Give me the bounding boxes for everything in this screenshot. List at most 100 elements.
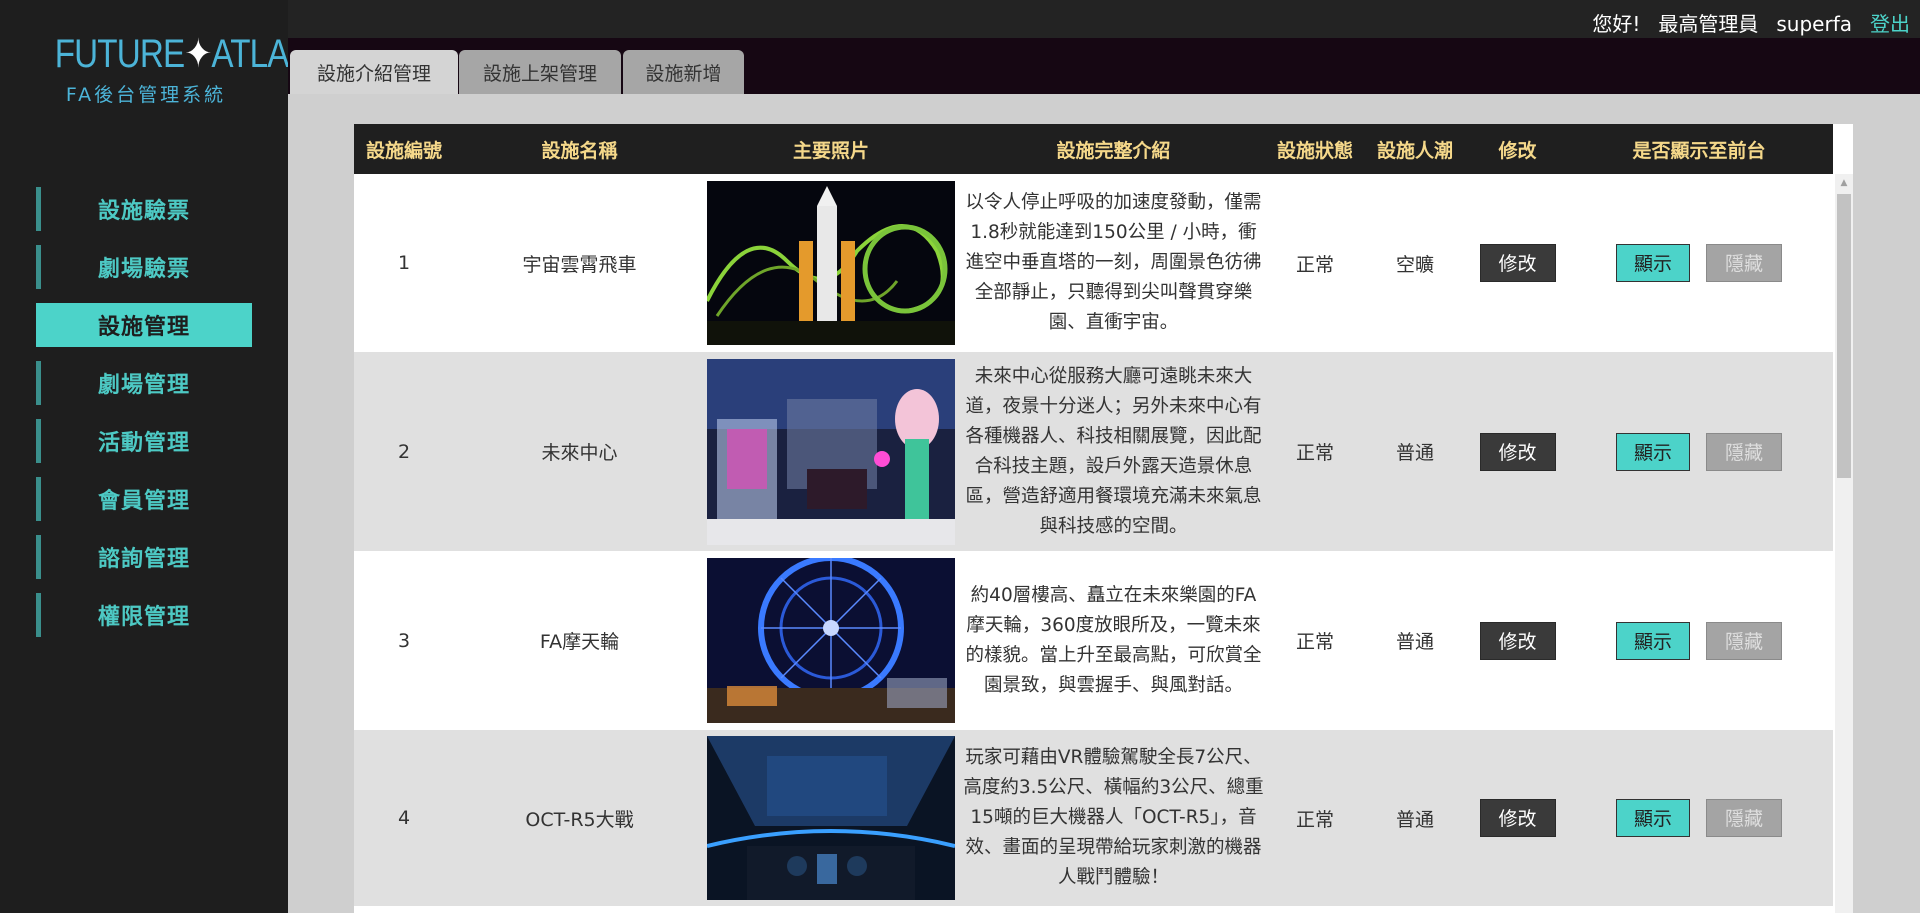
hide-button[interactable]: 隱藏: [1706, 621, 1782, 660]
roller-coaster-photo: [707, 181, 955, 345]
show-button[interactable]: 顯示: [1616, 432, 1690, 471]
facility-description: 玩家可藉由VR體驗駕駛全長7公尺、高度約3.5公尺、橫幅約3公尺、總重15噸的巨…: [963, 747, 1264, 888]
table-panel: 設施編號 設施名稱 主要照片 設施完整介紹 設施狀態 設施人潮 修改 是否顯示至…: [354, 124, 1853, 913]
edit-button[interactable]: 修改: [1479, 432, 1556, 471]
table-row: 1 宇宙雲霄飛車 以令人停止呼吸的加速度發動，僅需1.8秒就能達到150公里 /…: [354, 174, 1833, 352]
edit-cell: 修改: [1470, 551, 1565, 730]
facility-photo-cell: [705, 174, 957, 352]
edit-cell: 修改: [1470, 730, 1565, 906]
header-facility-status: 設施狀態: [1270, 124, 1360, 174]
table-row: 4 OCT-R5大戰 玩家可藉由VR體驗駕駛全長7公尺、高度約3.5公尺、橫幅約…: [354, 730, 1833, 906]
sidebar-item-member-management[interactable]: 會員管理: [36, 477, 252, 521]
tab-facility-add[interactable]: 設施新增: [623, 50, 744, 94]
sidebar-item-inquiry-management[interactable]: 諮詢管理: [36, 535, 252, 579]
sidebar-item-theater-ticket[interactable]: 劇場驗票: [36, 245, 252, 289]
tab-strip: 設施介紹管理 設施上架管理 設施新增: [288, 38, 1920, 94]
logo: FUTURE✦ATLAS FA後台管理系統: [36, 30, 311, 107]
header-edit: 修改: [1470, 124, 1565, 174]
table-scrollbar[interactable]: ▲: [1835, 174, 1853, 913]
display-toggle-cell: 顯示 隱藏: [1565, 174, 1833, 352]
header-display-frontend: 是否顯示至前台: [1565, 124, 1833, 174]
edit-button[interactable]: 修改: [1479, 244, 1556, 282]
tab-facility-listing[interactable]: 設施上架管理: [459, 50, 621, 94]
top-bar: 您好! 最高管理員 superfa 登出: [288, 0, 1920, 38]
facility-description: 以令人停止呼吸的加速度發動，僅需1.8秒就能達到150公里 / 小時，衝進空中垂…: [965, 192, 1262, 333]
ferris-wheel-photo: [707, 558, 955, 723]
facility-status: 正常: [1295, 442, 1334, 464]
show-button[interactable]: 顯示: [1616, 799, 1690, 837]
sidebar-item-label: 設施管理: [98, 315, 191, 340]
sidebar-item-label: 劇場驗票: [98, 257, 191, 282]
display-toggle-cell: 顯示 隱藏: [1565, 730, 1833, 906]
logo-subtitle: FA後台管理系統: [65, 84, 227, 106]
hide-button[interactable]: 隱藏: [1706, 432, 1782, 471]
sidebar-item-label: 諮詢管理: [98, 547, 191, 572]
user-role: 最高管理員: [1658, 12, 1759, 36]
edit-cell: 修改: [1470, 174, 1565, 352]
facility-name: 未來中心: [541, 442, 618, 464]
facility-table: 設施編號 設施名稱 主要照片 設施完整介紹 設施狀態 設施人潮 修改 是否顯示至…: [354, 124, 1833, 906]
show-button[interactable]: 顯示: [1616, 244, 1690, 282]
facility-status: 正常: [1295, 631, 1334, 653]
facility-name: OCT-R5大戰: [525, 808, 634, 831]
header-crowd: 設施人潮: [1360, 124, 1470, 174]
facility-description: 約40層樓高、矗立在未來樂園的FA摩天輪，360度放眼所及，一覽未來的樣貌。當上…: [965, 584, 1262, 696]
facility-photo-cell: [705, 352, 957, 551]
facility-photo-cell: [705, 730, 957, 906]
sidebar-item-theater-management[interactable]: 劇場管理: [36, 361, 252, 405]
sidebar-item-label: 權限管理: [98, 605, 191, 630]
table-row: 2 未來中心 未來中心從服務大廳可遠眺未來大道，夜景十分迷人；另外未來中心有各種…: [354, 352, 1833, 551]
facility-crowd: 普通: [1395, 442, 1434, 464]
facility-name: 宇宙雲霄飛車: [522, 253, 637, 276]
user-info: 您好! 最高管理員 superfa 登出: [1574, 8, 1910, 37]
table-row: 3 FA摩天輪 約40層樓高、矗立在未來樂園的FA摩天輪，360度放眼所及，一覽…: [354, 551, 1833, 730]
sidebar-item-facility-management[interactable]: 設施管理: [36, 303, 252, 347]
edit-cell: 修改: [1470, 352, 1565, 551]
logo-title: FUTURE✦ATLAS: [54, 30, 311, 78]
facility-id: 3: [397, 629, 411, 652]
sidebar-item-label: 設施驗票: [98, 199, 191, 224]
show-button[interactable]: 顯示: [1616, 621, 1690, 660]
edit-button[interactable]: 修改: [1479, 799, 1556, 837]
username: superfa: [1776, 12, 1852, 36]
tab-facility-intro[interactable]: 設施介紹管理: [290, 50, 458, 94]
facility-name: FA摩天輪: [539, 631, 620, 653]
edit-button[interactable]: 修改: [1479, 621, 1556, 660]
facility-id: 4: [397, 807, 411, 829]
main-content: 設施編號 設施名稱 主要照片 設施完整介紹 設施狀態 設施人潮 修改 是否顯示至…: [288, 94, 1920, 913]
facility-crowd: 普通: [1395, 631, 1434, 653]
scrollbar-thumb[interactable]: [1837, 194, 1851, 478]
display-toggle-cell: 顯示 隱藏: [1565, 551, 1833, 730]
sidebar-item-label: 會員管理: [98, 489, 191, 514]
header-main-photo: 主要照片: [705, 124, 957, 174]
sidebar-item-event-management[interactable]: 活動管理: [36, 419, 252, 463]
logout-link[interactable]: 登出: [1870, 12, 1910, 36]
future-center-photo: [707, 358, 955, 545]
facility-id: 1: [397, 252, 411, 274]
hide-button[interactable]: 隱藏: [1706, 244, 1782, 282]
facility-description: 未來中心從服務大廳可遠眺未來大道，夜景十分迷人；另外未來中心有各種機器人、科技相…: [965, 365, 1262, 537]
facility-status: 正常: [1295, 253, 1334, 276]
display-toggle-cell: 顯示 隱藏: [1565, 352, 1833, 551]
scroll-up-arrow-icon[interactable]: ▲: [1835, 174, 1853, 192]
greeting-text: 您好!: [1592, 12, 1641, 36]
vr-cockpit-photo: [707, 736, 955, 900]
star-icon: ✦: [184, 32, 212, 76]
sidebar-item-permission-management[interactable]: 權限管理: [36, 593, 252, 637]
sidebar-nav: 設施驗票 劇場驗票 設施管理 劇場管理 活動管理 會員管理 諮詢管理 權限管理: [36, 187, 252, 651]
table-header-row: 設施編號 設施名稱 主要照片 設施完整介紹 設施狀態 設施人潮 修改 是否顯示至…: [354, 124, 1833, 174]
facility-status: 正常: [1295, 808, 1334, 831]
facility-crowd: 空曠: [1395, 253, 1434, 276]
header-full-description: 設施完整介紹: [957, 124, 1270, 174]
facility-id: 2: [397, 440, 411, 463]
hide-button[interactable]: 隱藏: [1706, 799, 1782, 837]
facility-crowd: 普通: [1395, 808, 1434, 831]
logo-left-text: FUTURE: [54, 32, 185, 76]
sidebar-item-facility-ticket[interactable]: 設施驗票: [36, 187, 252, 231]
sidebar: FUTURE✦ATLAS FA後台管理系統 設施驗票 劇場驗票 設施管理 劇場管…: [0, 0, 311, 913]
header-facility-id: 設施編號: [354, 124, 454, 174]
sidebar-item-label: 劇場管理: [98, 373, 191, 398]
facility-photo-cell: [705, 551, 957, 730]
header-facility-name: 設施名稱: [454, 124, 705, 174]
sidebar-item-label: 活動管理: [98, 431, 191, 456]
